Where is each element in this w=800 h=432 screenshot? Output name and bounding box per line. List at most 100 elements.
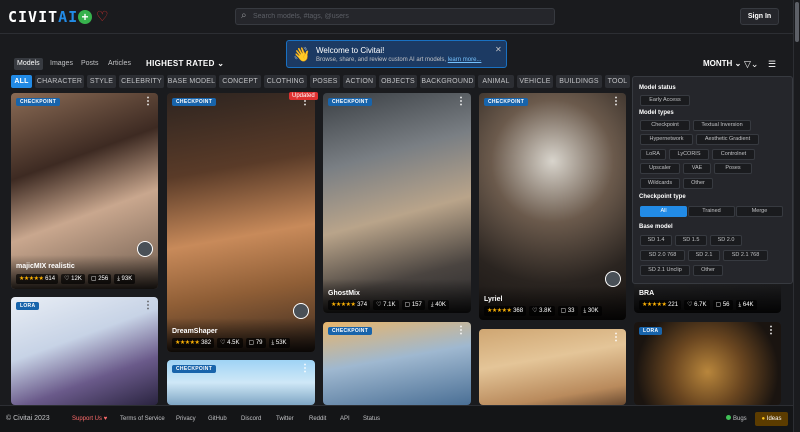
- footer-link-privacy[interactable]: Privacy: [176, 416, 196, 422]
- filter-checkpoint[interactable]: Checkpoint: [640, 120, 690, 131]
- filter-lycoris[interactable]: LyCORIS: [669, 149, 709, 160]
- category-celebrity[interactable]: CELEBRITY: [119, 75, 164, 88]
- heart-icon: ♡: [376, 302, 382, 308]
- period-dropdown[interactable]: MONTH ⌄: [703, 58, 741, 70]
- category-all[interactable]: ALL: [11, 75, 32, 88]
- base-sd21-unclip[interactable]: SD 2.1 Unclip: [640, 265, 690, 276]
- footer-link-reddit[interactable]: Reddit: [309, 416, 326, 422]
- base-sd20[interactable]: SD 2.0: [710, 235, 742, 246]
- filter-lora[interactable]: LoRA: [640, 149, 666, 160]
- base-sd20-768[interactable]: SD 2.0 768: [640, 250, 685, 261]
- filter-controlnet[interactable]: Controlnet: [712, 149, 755, 160]
- footer-link-twitter[interactable]: Twitter: [276, 416, 294, 422]
- filter-poses[interactable]: Poses: [714, 163, 752, 174]
- base-sd21-768[interactable]: SD 2.1 768: [723, 250, 768, 261]
- footer-link-github[interactable]: GitHub: [208, 416, 227, 422]
- comments-pill: ▢ 79: [245, 338, 266, 348]
- model-card-sunhat[interactable]: ⋮: [479, 329, 626, 405]
- layout-toggle-icon[interactable]: ☰: [768, 58, 776, 70]
- footer-link-discord[interactable]: Discord: [241, 416, 261, 422]
- ideas-button[interactable]: ● Ideas: [755, 412, 788, 426]
- base-sd15[interactable]: SD 1.5: [675, 235, 707, 246]
- filter-upscaler[interactable]: Upscaler: [640, 163, 680, 174]
- category-style[interactable]: STYLE: [87, 75, 116, 88]
- support-heart-icon[interactable]: ♡: [96, 8, 110, 24]
- model-card-lion[interactable]: LORA ⋮: [634, 322, 781, 405]
- filter-other-type[interactable]: Other: [683, 178, 713, 189]
- category-action[interactable]: ACTION: [343, 75, 376, 88]
- more-options-icon[interactable]: ⋮: [143, 97, 153, 107]
- tab-models[interactable]: Models: [14, 58, 43, 70]
- learn-more-link[interactable]: learn more...: [448, 57, 482, 63]
- model-card-anime-sunset[interactable]: CHECKPOINT ⋮: [323, 322, 471, 405]
- category-tool[interactable]: TOOL: [605, 75, 630, 88]
- category-vehicle[interactable]: VEHICLE: [517, 75, 553, 88]
- model-card-sky-scene[interactable]: CHECKPOINT ⋮: [167, 360, 315, 405]
- filter-icon[interactable]: ▽⌄: [744, 58, 758, 70]
- more-options-icon[interactable]: ⋮: [143, 301, 153, 311]
- model-status-title: Model status: [639, 85, 676, 91]
- search-input[interactable]: [253, 10, 543, 23]
- model-card-anime-girl[interactable]: LORA ⋮: [11, 297, 158, 405]
- base-other[interactable]: Other: [693, 265, 723, 276]
- checkpoint-all[interactable]: All: [640, 206, 687, 217]
- chevron-down-icon: ⌄: [734, 59, 742, 68]
- tab-posts[interactable]: Posts: [78, 58, 102, 70]
- rating-pill: ★★★★★ 374: [328, 300, 371, 310]
- category-base-model[interactable]: BASE MODEL: [167, 75, 216, 88]
- category-background[interactable]: BACKGROUND: [420, 75, 475, 88]
- footer-link-terms[interactable]: Terms of Service: [120, 416, 165, 422]
- base-sd21[interactable]: SD 2.1: [688, 250, 720, 261]
- checkpoint-merge[interactable]: Merge: [736, 206, 783, 217]
- more-options-icon[interactable]: ⋮: [456, 97, 466, 107]
- footer-link-status[interactable]: Status: [363, 416, 380, 422]
- category-concept[interactable]: CONCEPT: [219, 75, 261, 88]
- model-card-ghostmix[interactable]: CHECKPOINT ⋮ GhostMix ★★★★★ 374 ♡ 7.1K ▢…: [323, 93, 471, 313]
- category-poses[interactable]: POSES: [310, 75, 340, 88]
- sort-dropdown[interactable]: HIGHEST RATED ⌄: [146, 58, 224, 70]
- downloads-pill: ⤓ 53K: [268, 338, 290, 348]
- close-icon[interactable]: ✕: [495, 45, 502, 54]
- scrollbar-thumb[interactable]: [795, 2, 799, 42]
- category-clothing[interactable]: CLOTHING: [264, 75, 307, 88]
- sign-in-button[interactable]: Sign In: [740, 8, 779, 25]
- category-character[interactable]: CHARACTER: [35, 75, 84, 88]
- more-options-icon[interactable]: ⋮: [766, 326, 776, 336]
- model-card-majicmix[interactable]: CHECKPOINT ⋮ majicMIX realistic ★★★★★ 61…: [11, 93, 158, 289]
- filter-wildcards[interactable]: Wildcards: [640, 178, 680, 189]
- creator-avatar[interactable]: [137, 241, 153, 257]
- type-badge: CHECKPOINT: [328, 98, 373, 106]
- comment-icon: ▢: [715, 302, 722, 308]
- download-icon: ⤓: [583, 308, 587, 314]
- base-sd14[interactable]: SD 1.4: [640, 235, 672, 246]
- tab-images[interactable]: Images: [47, 58, 76, 70]
- star-rating-icon: ★★★★★: [331, 302, 356, 308]
- footer-link-api[interactable]: API: [340, 416, 350, 422]
- bugs-button[interactable]: Bugs: [726, 415, 747, 422]
- more-options-icon[interactable]: ⋮: [611, 333, 621, 343]
- tab-articles[interactable]: Articles: [105, 58, 134, 70]
- footer-link-support[interactable]: Support Us ♥: [72, 416, 107, 422]
- checkpoint-trained[interactable]: Trained: [688, 206, 735, 217]
- create-plus-button[interactable]: +: [78, 10, 92, 24]
- comment-icon: ▢: [90, 276, 97, 282]
- creator-avatar[interactable]: [293, 303, 309, 319]
- model-card-dreamshaper[interactable]: CHECKPOINT ⋮ DreamShaper ★★★★★ 382 ♡ 4.5…: [167, 93, 315, 352]
- more-options-icon[interactable]: ⋮: [611, 97, 621, 107]
- heart-icon: ♡: [220, 340, 226, 346]
- model-card-lyriel[interactable]: CHECKPOINT ⋮ Lyriel ★★★★★ 368 ♡ 3.8K ▢ 3…: [479, 93, 626, 320]
- filter-hypernetwork[interactable]: Hypernetwork: [640, 134, 693, 145]
- category-buildings[interactable]: BUILDINGS: [556, 75, 602, 88]
- page-scrollbar[interactable]: [793, 0, 800, 432]
- filter-textual-inversion[interactable]: Textual Inversion: [693, 120, 751, 131]
- civitai-logo[interactable]: CIVITAI: [8, 8, 78, 26]
- category-animal[interactable]: ANIMAL: [478, 75, 514, 88]
- filter-early-access[interactable]: Early Access: [640, 95, 690, 106]
- more-options-icon[interactable]: ⋮: [456, 326, 466, 336]
- filter-vae[interactable]: VAE: [683, 163, 711, 174]
- more-options-icon[interactable]: ⋮: [300, 364, 310, 374]
- downloads-pill: ⤓ 30K: [580, 306, 602, 316]
- category-objects[interactable]: OBJECTS: [379, 75, 417, 88]
- creator-avatar[interactable]: [605, 271, 621, 287]
- filter-aesthetic-gradient[interactable]: Aesthetic Gradient: [696, 134, 759, 145]
